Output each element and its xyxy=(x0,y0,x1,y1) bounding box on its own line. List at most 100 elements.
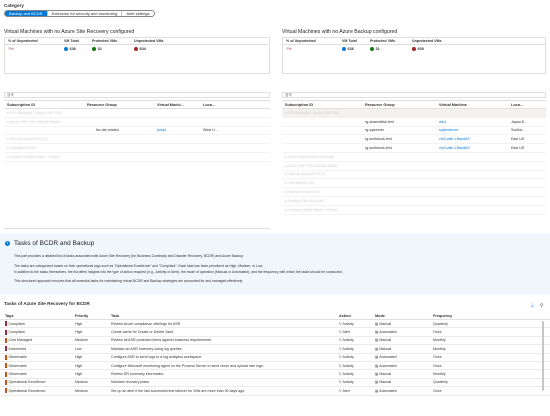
cell-priority: Medium xyxy=(75,338,88,343)
cell-mode: ▦ Automated xyxy=(372,364,430,368)
table-row[interactable]: ▸ Internal research RG 11 xyxy=(4,135,270,145)
table-row[interactable]: ▸ Azure CSP TSS Internal Sharer xyxy=(282,162,546,171)
tab-backup-bcdr[interactable]: Backup and BCDR xyxy=(5,11,48,16)
table-row[interactable]: fsx-lab-related jump1 West U... xyxy=(4,127,270,136)
table-row[interactable]: Cost Managed Medium Review all ASR protect… xyxy=(0,337,550,346)
link-icon[interactable]: ⚲ xyxy=(540,303,544,309)
left-search-input[interactable]: 검색 xyxy=(4,92,270,98)
right-hdr-pct[interactable]: % of Unprotected xyxy=(283,39,339,43)
cell-loc: East US xyxy=(511,137,525,142)
table-row[interactable]: ▸ Internal research RG 11 xyxy=(282,171,546,180)
table-row[interactable]: rg-shareddisk-test win1 Japan E... xyxy=(282,118,546,127)
left-hdr-unprotected[interactable]: Unprotected VMs xyxy=(131,39,191,43)
table-row[interactable]: Observable High Review DR summary informat… xyxy=(0,370,550,379)
right-hdr-protected[interactable]: Protected VMs xyxy=(367,39,409,43)
table-row[interactable]: ▸ Contoso Global Share - Produc xyxy=(282,206,546,215)
table-row[interactable]: ▸ Internal research 02 xyxy=(282,188,546,197)
left-col-rg[interactable]: Resource Group xyxy=(84,103,154,107)
tag-label: Operational Excellence xyxy=(8,388,46,393)
right-col-loc[interactable]: Loca... xyxy=(508,103,542,107)
table-row[interactable]: Observable High Configure Microsoft monito… xyxy=(0,362,550,371)
col-task[interactable]: Task xyxy=(108,314,336,318)
tag-label: Observable xyxy=(8,363,27,368)
tag-color-bar xyxy=(5,379,7,385)
info-dot-icon xyxy=(64,46,68,51)
cell-frequency: Once xyxy=(433,363,442,368)
right-col-rg[interactable]: Resource Group xyxy=(362,103,436,107)
tag-color-bar xyxy=(5,371,7,377)
table-row[interactable]: Observable High Configure ASR to send logs… xyxy=(0,354,550,362)
vm-link[interactable]: jump1 xyxy=(154,128,200,132)
vm-link[interactable]: vm2-with-LBandAS xyxy=(436,137,508,141)
table-row[interactable]: rg-workbook-test vm2-with-LBandAS East U… xyxy=(282,135,546,145)
cell-loc: West U... xyxy=(203,128,218,133)
right-val-total-cell: 636 xyxy=(339,46,367,51)
col-tags[interactable]: Tags xyxy=(0,314,72,318)
cell-task: Review Azure compliance offerings for AS… xyxy=(111,321,182,326)
cell-task: Review DR summary information. xyxy=(111,372,165,377)
cell-mode: ▦ Automated xyxy=(372,330,430,334)
left-hdr-total[interactable]: VM Total xyxy=(61,39,89,43)
action-label: Activity xyxy=(342,355,354,360)
cell-tag: Cost Managed xyxy=(0,337,72,343)
right-val-unprotected-cell: 605 xyxy=(409,46,469,51)
cell-task: Set up an alert if the last successful t… xyxy=(111,388,246,393)
tab-extension-security[interactable]: Extension for security and monitoring xyxy=(47,11,123,16)
table-row[interactable]: ▸ Sanitize Offer Account xyxy=(282,197,546,206)
table-row[interactable]: ▸ Azure Sharer Demo Internals xyxy=(282,153,546,162)
cell-frequency: Quarterly xyxy=(433,380,448,385)
table-row[interactable]: ▸ Liberator001 RG xyxy=(4,144,270,153)
cell-action: ⚲ Alert xyxy=(336,389,372,393)
table-row[interactable]: Inventoried Low Maintain an ASR inventory … xyxy=(0,345,550,354)
table-row[interactable]: ▸ Contoso Global Share - Produc xyxy=(4,153,270,162)
right-hdr-unprotected[interactable]: Unprotected VMs xyxy=(409,39,469,43)
right-col-subscription[interactable]: Subscription ID xyxy=(282,103,362,107)
table-row[interactable]: Operational Excellence Medium Set up an al… xyxy=(0,387,550,396)
table-row[interactable]: ▾ PTS Business - Azure CSP TSS xyxy=(282,109,546,118)
table-row[interactable]: rg-sqlserver sqlvmserver Southe... xyxy=(282,127,546,136)
download-icon[interactable]: ⇣ xyxy=(530,303,534,309)
left-col-subscription[interactable]: Subscription ID xyxy=(4,103,84,107)
info-dot-icon xyxy=(342,46,346,51)
action-label: Activity xyxy=(342,321,354,326)
left-val-unprotected-cell: 604 xyxy=(131,46,191,51)
col-action[interactable]: Action xyxy=(336,314,372,318)
right-col-vm[interactable]: Virtual Machine xyxy=(436,103,508,107)
vm-link[interactable]: sqlvmserver xyxy=(436,128,508,132)
check-dot-icon xyxy=(370,46,374,51)
cell-rg: rg-workbook-test xyxy=(365,146,392,151)
left-val-unprotected: 604 xyxy=(139,46,146,51)
table-row[interactable]: Compliant High Review Azure compliance off… xyxy=(0,320,550,329)
col-frequency[interactable]: Frequency xyxy=(430,314,480,318)
cell-mode: ▦ Manual xyxy=(372,380,430,384)
cell-action: ⚲ Activity xyxy=(336,347,372,351)
tag-color-bar xyxy=(5,363,7,369)
col-mode[interactable]: Mode xyxy=(372,314,430,318)
cell-priority: Medium xyxy=(75,380,88,385)
table-row[interactable]: Compliant High Create alerts for Create or… xyxy=(0,328,550,337)
table-row[interactable]: ▸ Azure CSP TSS Internal Sharer xyxy=(4,118,270,127)
table-row[interactable]: ▸ PTS Business - Azure CSP TSS xyxy=(4,109,270,118)
tasks-scrollbar[interactable] xyxy=(542,321,544,391)
cell-action: ⚲ Activity xyxy=(336,355,372,359)
tab-alert-settings[interactable]: Alert settings xyxy=(122,11,154,16)
left-hdr-pct[interactable]: % of Unprotected xyxy=(5,39,61,43)
vm-link[interactable]: win1 xyxy=(436,120,508,124)
cell-tag: Observable xyxy=(0,371,72,377)
left-col-loc[interactable]: Loca... xyxy=(200,103,240,107)
table-row[interactable]: Operational Excellence Medium Maintain rec… xyxy=(0,379,550,388)
col-priority[interactable]: Priority xyxy=(72,314,108,318)
vm-link[interactable]: vm3-with-LBandAS xyxy=(436,146,508,150)
table-row[interactable]: ▸ Liberator001 RG xyxy=(282,179,546,189)
right-val-total: 636 xyxy=(347,46,354,51)
right-hdr-total[interactable]: VM Total xyxy=(339,39,367,43)
left-hdr-protected[interactable]: Protected VMs xyxy=(89,39,131,43)
right-search-input[interactable]: 검색 xyxy=(282,92,546,98)
tag-color-bar xyxy=(5,337,7,343)
cell-sub: ▸ Internal research RG 11 xyxy=(285,172,326,177)
left-col-vm[interactable]: Virtual Machi... xyxy=(154,103,200,107)
info-paragraph-1: This part provides a detailed list of ta… xyxy=(14,254,244,258)
table-row[interactable]: rg-workbook-test vm3-with-LBandAS East U… xyxy=(282,144,546,153)
cell-tag: Operational Excellence xyxy=(0,379,72,385)
cell-frequency: Monthly xyxy=(433,346,446,351)
